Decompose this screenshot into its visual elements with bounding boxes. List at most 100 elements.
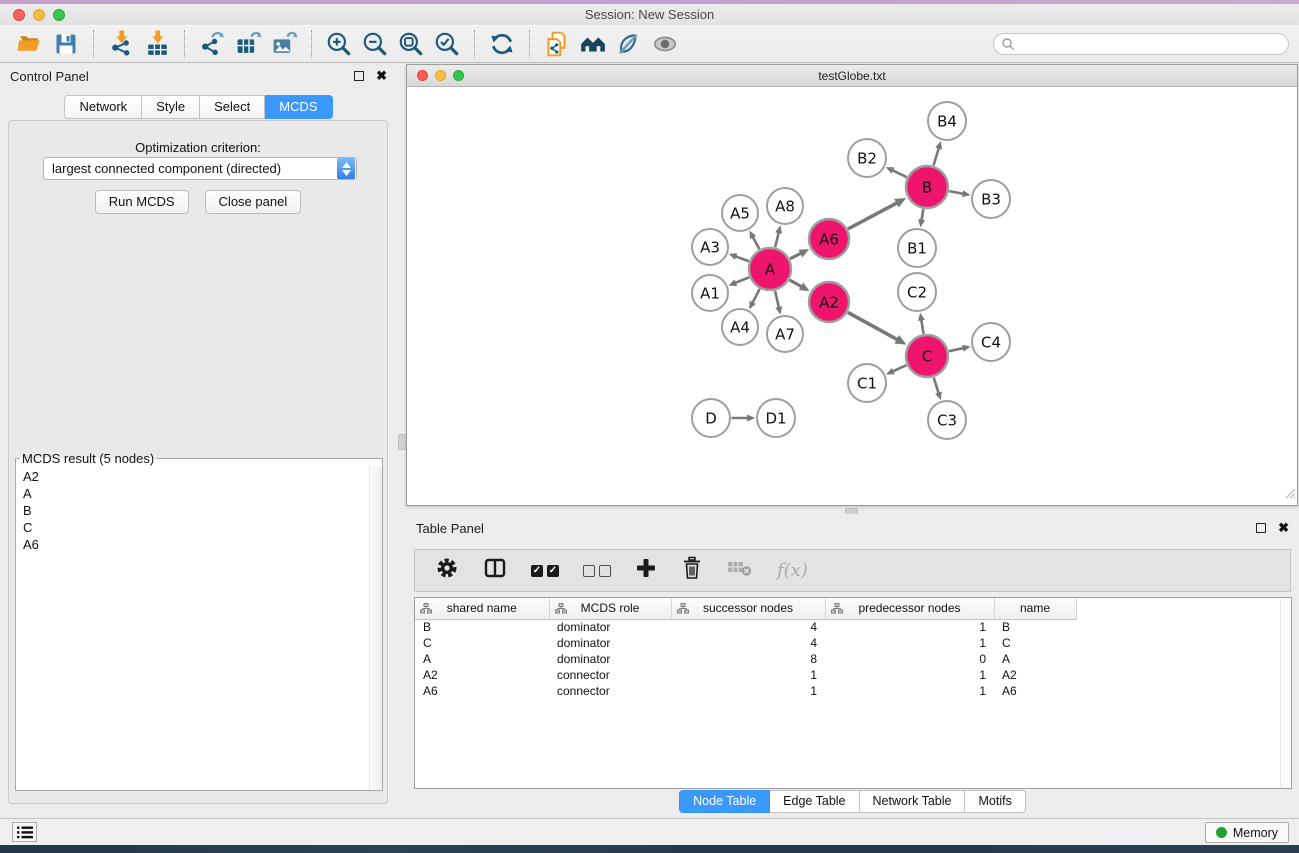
result-list-scrollbar[interactable] [369,466,382,790]
show-graphics-details-icon[interactable] [647,28,683,60]
close-panel-icon[interactable]: ✖ [376,71,387,81]
graph-edge-C-C4[interactable] [949,348,963,351]
zoom-selected-icon[interactable] [429,28,465,60]
column-header-name[interactable]: name [994,598,1076,619]
mcds-result-item[interactable]: A6 [17,536,368,553]
table-row[interactable]: Adominator80A [415,651,1076,667]
save-session-icon[interactable] [48,28,84,60]
table-cell[interactable]: 1 [825,619,994,635]
table-cell[interactable]: B [994,619,1076,635]
graph-edge-A-A1[interactable] [735,277,749,282]
table-cell[interactable]: C [415,635,549,651]
graph-node-A2[interactable]: A2 [809,282,849,322]
float-table-panel-icon[interactable] [1256,523,1266,533]
graph-node-B2[interactable]: B2 [848,139,886,177]
open-session-icon[interactable] [12,28,48,60]
hide-graphics-details-icon[interactable] [611,28,647,60]
column-header-mcds-role[interactable]: MCDS role [549,598,671,619]
import-network-from-file-icon[interactable] [103,28,139,60]
graph-node-C[interactable]: C [906,335,948,377]
create-new-column-icon[interactable] [635,557,657,584]
table-cell[interactable]: 1 [825,683,994,699]
table-cell[interactable]: 8 [671,651,825,667]
export-image-icon[interactable] [266,28,302,60]
table-cell[interactable]: dominator [549,651,671,667]
graph-node-A5[interactable]: A5 [722,195,758,231]
graph-node-B3[interactable]: B3 [972,180,1010,218]
table-cell[interactable]: A [415,651,549,667]
mcds-result-item[interactable]: A2 [17,468,368,485]
show-column-panel-icon[interactable] [483,556,507,585]
mcds-result-item[interactable]: B [17,502,368,519]
graph-edge-A-A4[interactable] [753,289,760,303]
graph-edge-B-B4[interactable] [934,148,939,165]
delete-columns-icon[interactable] [681,556,703,585]
memory-button[interactable]: Memory [1205,822,1289,843]
table-row[interactable]: A2connector11A2 [415,667,1076,683]
graph-edge-A-A2[interactable] [790,280,802,287]
graph-node-C1[interactable]: C1 [848,364,886,402]
table-tab-motifs[interactable]: Motifs [965,790,1025,813]
graph-node-A[interactable]: A [749,248,791,290]
table-cell[interactable]: connector [549,683,671,699]
column-header-predecessor-nodes[interactable]: predecessor nodes [825,598,994,619]
zoom-fit-content-icon[interactable] [393,28,429,60]
graph-node-A3[interactable]: A3 [692,229,728,265]
refresh-view-icon[interactable] [484,28,520,60]
graph-node-C3[interactable]: C3 [928,401,966,439]
optimization-criterion-select[interactable]: largest connected component (directed) [43,157,357,180]
graph-node-B1[interactable]: B1 [898,229,936,267]
network-window-titlebar[interactable]: testGlobe.txt [407,65,1297,87]
graph-node-B4[interactable]: B4 [928,102,966,140]
table-tab-edge-table[interactable]: Edge Table [770,790,859,813]
graph-node-C4[interactable]: C4 [972,323,1010,361]
table-row[interactable]: Cdominator41C [415,635,1076,651]
mcds-result-item[interactable]: C [17,519,368,536]
table-cell[interactable]: dominator [549,635,671,651]
control-tab-select[interactable]: Select [200,95,265,119]
table-cell[interactable]: 1 [671,667,825,683]
table-cell[interactable]: 1 [825,635,994,651]
table-cell[interactable]: 1 [671,683,825,699]
graph-edge-C-C3[interactable] [934,377,939,392]
table-row[interactable]: A6connector11A6 [415,683,1076,699]
table-options-gear-icon[interactable] [435,556,459,585]
export-table-icon[interactable] [230,28,266,60]
search-input[interactable] [993,33,1289,55]
graph-node-A6[interactable]: A6 [809,219,849,259]
table-tab-node-table[interactable]: Node Table [679,790,770,813]
table-cell[interactable]: A [994,651,1076,667]
graph-edge-A-A8[interactable] [775,233,778,247]
graph-edge-A-A7[interactable] [775,291,779,307]
graph-edge-B-B1[interactable] [922,209,924,220]
graph-node-A1[interactable]: A1 [692,275,728,311]
graph-edge-A-A3[interactable] [736,256,749,261]
mcds-result-item[interactable]: A [17,485,368,502]
graph-node-D[interactable]: D [692,399,730,437]
graph-edge-A-A6[interactable] [790,253,801,259]
graph-node-C2[interactable]: C2 [898,273,936,311]
graph-node-A4[interactable]: A4 [722,309,758,345]
table-cell[interactable]: dominator [549,619,671,635]
close-panel-button[interactable]: Close panel [205,190,302,214]
graph-edge-B-B2[interactable] [893,170,907,177]
import-table-from-file-icon[interactable] [139,28,175,60]
table-cell[interactable]: A2 [415,667,549,683]
control-tab-style[interactable]: Style [142,95,200,119]
graph-node-D1[interactable]: D1 [757,399,795,437]
table-scrollbar[interactable] [1280,598,1291,788]
graph-edge-A6-B[interactable] [848,203,897,229]
table-cell[interactable]: B [415,619,549,635]
control-tab-mcds[interactable]: MCDS [265,95,332,119]
column-header-successor-nodes[interactable]: successor nodes [671,598,825,619]
apply-preferred-layout-icon[interactable] [575,28,611,60]
select-all-columns-icon[interactable]: ✓✓ [531,565,559,577]
export-network-icon[interactable] [194,28,230,60]
graph-node-A8[interactable]: A8 [767,188,803,224]
table-cell[interactable]: A2 [994,667,1076,683]
table-cell[interactable]: C [994,635,1076,651]
table-cell[interactable]: A6 [415,683,549,699]
run-mcds-button[interactable]: Run MCDS [95,190,189,214]
float-panel-icon[interactable] [354,71,364,81]
table-cell[interactable]: 4 [671,635,825,651]
